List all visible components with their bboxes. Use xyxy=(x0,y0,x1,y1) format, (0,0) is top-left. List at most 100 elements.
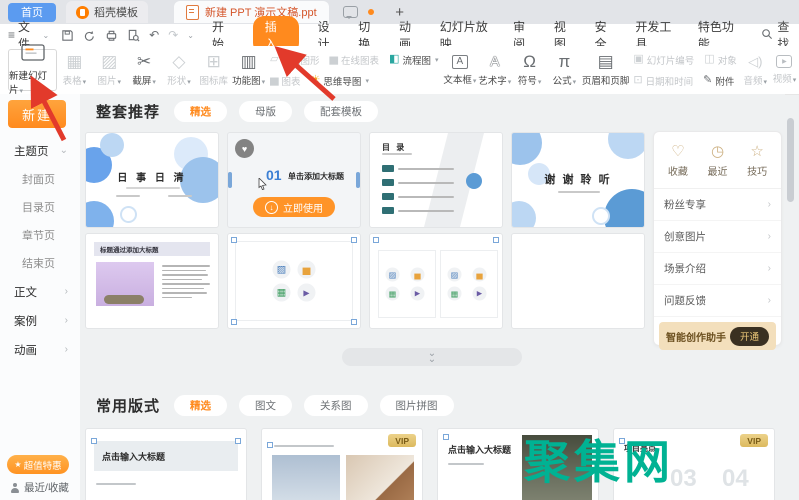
toc-item xyxy=(382,179,454,186)
attachment-icon: ✎ xyxy=(703,74,713,86)
layouts-tab-relation[interactable]: 关系图 xyxy=(304,395,368,416)
layouts-tab-picture-text[interactable]: 图文 xyxy=(239,395,293,416)
selection-handle xyxy=(443,434,449,440)
toolbar-button-header-footer[interactable]: ▤ 页眉和页脚 xyxy=(582,53,630,87)
toolbar-button-video[interactable]: ▶ 视频▾ xyxy=(770,55,799,85)
toolbar-button-mindmap[interactable]: ☀ 思维导图 ▾ xyxy=(311,74,369,88)
toolbar-button-table[interactable]: ▦ 表格▾ xyxy=(57,53,92,87)
template-card-cover[interactable]: 日 事 日 清 xyxy=(85,132,219,228)
link-scene-intro[interactable]: 场景介绍 › xyxy=(654,253,781,285)
print-icon[interactable] xyxy=(105,29,118,42)
sidebar-new-button[interactable]: 新建 xyxy=(8,100,66,128)
suite-tab-matching[interactable]: 配套模板 xyxy=(304,101,379,122)
expand-more-button[interactable]: ⌄ ⌄ xyxy=(342,348,522,366)
toolbar-button-flowchart[interactable]: ◧ 流程图 ▾ xyxy=(389,53,438,67)
toc-badge xyxy=(382,207,394,214)
new-slide-button[interactable]: 新建幻灯片▾ xyxy=(8,44,57,96)
decor-circle xyxy=(466,173,482,189)
link-feedback[interactable]: 问题反馈 › xyxy=(654,285,781,317)
undo-icon[interactable]: ↶ xyxy=(149,28,159,42)
template-title: 日 事 日 清 xyxy=(117,173,187,184)
insert-video-icon: ▶ xyxy=(297,283,316,302)
toolbar-button-slide-number[interactable]: ▣ 幻灯片编号 xyxy=(633,53,694,67)
redo-icon[interactable]: ↷ xyxy=(168,28,178,42)
decor-circle xyxy=(120,206,137,223)
sidebar-item-animation[interactable]: 动画 › xyxy=(0,335,80,364)
photo-placeholder xyxy=(346,455,414,500)
toolbar-button-datetime[interactable]: ⊡ 日期和时间 xyxy=(633,74,693,88)
photo-placeholder xyxy=(272,455,340,500)
insert-chart-icon: ▅ xyxy=(472,267,487,282)
save-icon[interactable] xyxy=(61,29,74,42)
suite-tab-master[interactable]: 母版 xyxy=(239,101,293,122)
sidebar-item-cover-page[interactable]: 封面页 xyxy=(0,165,80,193)
sidebar-item-ending-page[interactable]: 结束页 xyxy=(0,249,80,277)
suite-section-title: 整套推荐 xyxy=(96,104,161,121)
ai-assistant-row[interactable]: 智能创作助手 开通 xyxy=(659,322,776,350)
activate-button[interactable]: 开通 xyxy=(729,326,769,346)
print-preview-icon[interactable] xyxy=(127,29,140,42)
export-icon[interactable] xyxy=(83,29,96,42)
toolbar-button-chart[interactable]: ▅ 图表 xyxy=(270,74,300,88)
sidebar-item-theme-pages[interactable]: 主题页 ⌄ xyxy=(0,136,80,165)
template-card-two-pane[interactable]: ▨ ▅ ▦ ▶ ▨ ▅ ▦ ▶ xyxy=(369,233,503,329)
heart-icon: ♥ xyxy=(241,143,248,154)
layout-card-title[interactable]: 点击输入大标题 xyxy=(85,428,247,500)
template-card-placeholder[interactable]: ▨ ▅ ▦ ▶ xyxy=(227,233,361,329)
smart-art-icon: ▱ xyxy=(270,53,279,65)
toolbar-button-screenshot[interactable]: ✂ 截屏▾ xyxy=(127,53,162,87)
recent-favorites-link[interactable]: 最近/收藏 xyxy=(10,480,69,495)
link-creative-images[interactable]: 创意图片 › xyxy=(654,221,781,253)
toolbar-button-picture[interactable]: ▨ 图片▾ xyxy=(92,53,127,87)
picture-icon: ▨ xyxy=(101,52,118,71)
search-icon xyxy=(761,28,773,43)
layouts-tab-featured[interactable]: 精选 xyxy=(174,395,228,416)
tab-docer-label: 稻壳模板 xyxy=(94,7,138,19)
chevron-right-icon: › xyxy=(767,295,771,306)
scrollbar-thumb[interactable] xyxy=(787,118,794,202)
sidebar-item-body[interactable]: 正文 › xyxy=(0,277,80,306)
tab-docer-templates[interactable]: 稻壳模板 xyxy=(66,1,148,23)
favorite-button[interactable]: ♥ xyxy=(235,139,254,158)
link-fans-exclusive[interactable]: 粉丝专享 › xyxy=(654,189,781,221)
slide-text-block xyxy=(162,262,212,301)
toolbar-button-online-chart[interactable]: ▅ 在线图表 xyxy=(330,53,379,67)
template-card-hovered[interactable]: ♥ 01 单击添加大标题 ↓ 立即使用 xyxy=(227,132,361,228)
toc-badge xyxy=(382,193,394,200)
template-card-content[interactable]: 标题通过添加大标题 xyxy=(85,233,219,329)
toolbar-button-smart-art[interactable]: ▱ 智能图形 xyxy=(270,53,319,67)
template-card-toc[interactable]: 目 录 xyxy=(369,132,503,228)
suite-tab-featured[interactable]: 精选 xyxy=(174,101,228,122)
toolbar-button-formula[interactable]: π 公式▾ xyxy=(547,53,582,87)
template-card-thanks[interactable]: 谢 谢 聆 听 xyxy=(511,132,645,228)
toolbar-button-textbox[interactable]: A 文本框▾ xyxy=(442,54,477,86)
slide-header: 标题通过添加大标题 xyxy=(94,242,210,256)
favorites-button[interactable]: ♡ 收藏 xyxy=(668,144,688,178)
more-commands-icon[interactable]: ⌄ xyxy=(187,31,194,40)
layouts-tab-collage[interactable]: 图片拼图 xyxy=(379,395,454,416)
object-icon: ◫ xyxy=(704,53,715,65)
insert-ribbon: 新建幻灯片▾ ▦ 表格▾ ▨ 图片▾ ✂ 截屏▾ ◇ 形状▾ ⊞ 图标库 ▥ 功… xyxy=(0,44,799,96)
vip-badge: VIP xyxy=(740,434,768,447)
toolbar-button-func-diagram[interactable]: ▥ 功能图▾ xyxy=(231,53,266,87)
vip-badge: VIP xyxy=(388,434,416,447)
toolbar-button-wordart[interactable]: A 艺术字▾ xyxy=(477,53,512,87)
chevron-right-icon: › xyxy=(767,199,771,210)
promo-badge[interactable]: ★ 超值特惠 xyxy=(7,455,69,474)
recent-button[interactable]: ◷ 最近 xyxy=(707,144,727,178)
sidebar-item-cases[interactable]: 案例 › xyxy=(0,306,80,335)
subtitle-bar xyxy=(382,153,412,155)
toolbar-button-object[interactable]: ◫ 对象 xyxy=(704,53,736,67)
toolbar-button-shapes[interactable]: ◇ 形状▾ xyxy=(162,53,197,87)
mindmap-icon: ☀ xyxy=(310,74,321,86)
toolbar-button-icon-library[interactable]: ⊞ 图标库 xyxy=(196,53,231,87)
tips-button[interactable]: ☆ 技巧 xyxy=(747,144,767,178)
layout-card-photos[interactable]: VIP xyxy=(261,428,423,500)
toolbar-button-audio[interactable]: ◁) 音频▾ xyxy=(741,53,770,87)
sidebar-item-toc-page[interactable]: 目录页 xyxy=(0,193,80,221)
toolbar-button-symbol[interactable]: Ω 符号▾ xyxy=(512,53,547,87)
sidebar-item-section-page[interactable]: 章节页 xyxy=(0,221,80,249)
use-now-button[interactable]: ↓ 立即使用 xyxy=(253,197,335,217)
template-card-blank[interactable] xyxy=(511,233,645,329)
toolbar-button-attachment[interactable]: ✎ 附件 xyxy=(703,74,734,88)
